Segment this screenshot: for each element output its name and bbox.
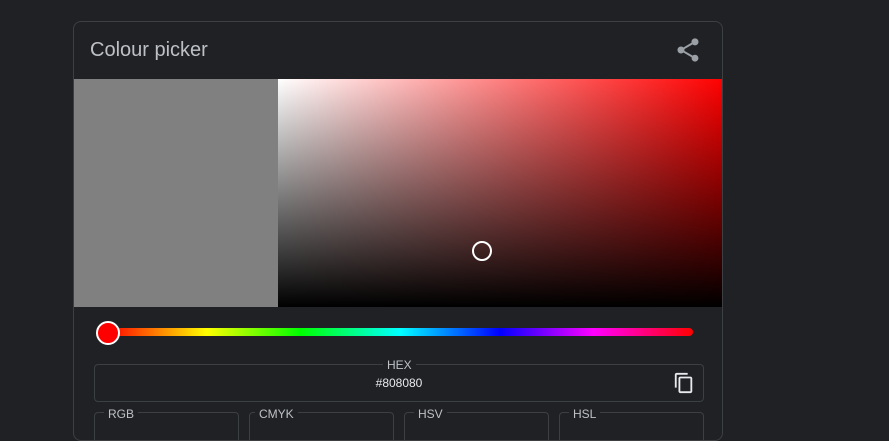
- copy-button[interactable]: [673, 372, 695, 394]
- hex-value[interactable]: #808080: [95, 376, 703, 390]
- saturation-value-handle[interactable]: [472, 241, 492, 261]
- share-button[interactable]: [674, 36, 702, 64]
- share-icon: [677, 38, 699, 62]
- hsv-label: HSV: [414, 407, 447, 421]
- colour-picker-card: Colour picker #808080 HEX RGB CMYK HSV H…: [73, 21, 723, 441]
- rgb-label: RGB: [104, 407, 139, 421]
- hex-label: HEX: [383, 358, 416, 372]
- picker-area: [74, 79, 722, 307]
- hue-slider-handle[interactable]: [96, 321, 120, 345]
- hue-slider[interactable]: [107, 328, 693, 336]
- hsl-label: HSL: [569, 407, 601, 421]
- card-header: Colour picker: [74, 22, 722, 79]
- copy-icon: [674, 372, 693, 394]
- widget-title: Colour picker: [90, 39, 208, 61]
- cmyk-label: CMYK: [255, 407, 298, 421]
- colour-preview-swatch: [74, 79, 278, 307]
- saturation-value-field[interactable]: [278, 79, 722, 307]
